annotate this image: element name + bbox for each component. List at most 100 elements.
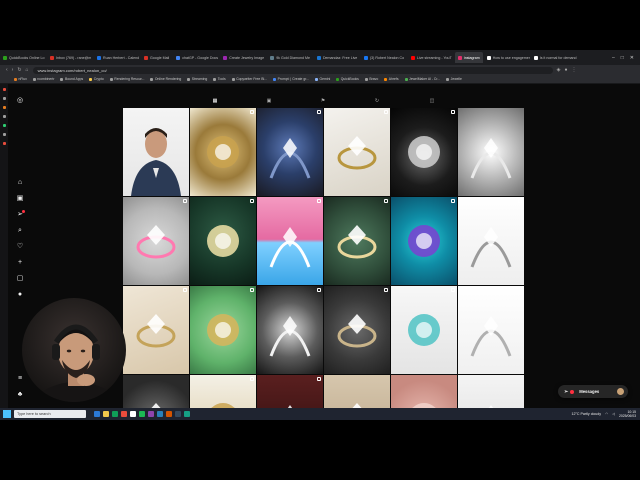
- bookmark-item[interactable]: Bound Apps: [60, 77, 83, 81]
- browser-tab[interactable]: instagram: [454, 52, 483, 63]
- search-icon[interactable]: ⌕: [15, 226, 25, 236]
- tab-saved-icon[interactable]: ⚑: [319, 97, 327, 105]
- clock[interactable]: 10:15 2025/06/03: [619, 410, 636, 418]
- instagram-logo-icon[interactable]: ◎: [15, 96, 25, 106]
- browser-tab[interactable]: Create Jewelry Image: [220, 52, 266, 63]
- bookmark-item[interactable]: QuickBooks: [336, 77, 359, 81]
- post-thumbnail[interactable]: [123, 108, 189, 196]
- file-explorer-icon[interactable]: [103, 411, 109, 417]
- taskbar-app-icon[interactable]: [130, 411, 136, 417]
- weather-text[interactable]: 12°C Partly cloudy: [572, 412, 602, 416]
- bookmark-item[interactable]: Bravo: [364, 77, 378, 81]
- tab-collab-icon[interactable]: ↻: [373, 97, 381, 105]
- bookmark-item[interactable]: Prompt: | Create gr...: [273, 77, 309, 81]
- bookmark-item[interactable]: Crypto: [89, 77, 104, 81]
- post-thumbnail[interactable]: [324, 375, 390, 410]
- post-thumbnail[interactable]: [324, 286, 390, 374]
- browser-tab[interactable]: QuickBooks Online Lo: [0, 52, 46, 63]
- tab-posts-grid-icon[interactable]: ▦: [211, 97, 219, 105]
- threads-icon[interactable]: ♣: [15, 390, 25, 400]
- taskbar-app-icon[interactable]: [121, 411, 127, 417]
- bookmark-item[interactable]: Rendering Resour...: [109, 77, 144, 81]
- create-plus-icon[interactable]: +: [15, 258, 25, 268]
- sidebar-app-icon[interactable]: [2, 106, 6, 109]
- bookmark-item[interactable]: nFlux: [14, 77, 27, 81]
- bookmark-item[interactable]: Jewelle: [446, 77, 462, 81]
- bookmark-item[interactable]: Tools: [213, 77, 226, 81]
- bookmark-item[interactable]: Copywriter Free Bl...: [231, 77, 267, 81]
- extensions-icon[interactable]: ◈: [557, 67, 561, 73]
- post-thumbnail[interactable]: [324, 197, 390, 285]
- close-icon[interactable]: ✕: [630, 55, 634, 61]
- post-thumbnail[interactable]: [391, 375, 457, 410]
- taskbar-app-icon[interactable]: [112, 411, 118, 417]
- post-thumbnail[interactable]: [123, 197, 189, 285]
- taskbar-app-icon[interactable]: [184, 411, 190, 417]
- spotify-icon[interactable]: [139, 411, 145, 417]
- post-thumbnail[interactable]: [458, 108, 524, 196]
- task-view-icon[interactable]: [94, 411, 100, 417]
- bookmark-item[interactable]: JewelMaker Al - Cr...: [404, 77, 440, 81]
- sidebar-app-icon[interactable]: [2, 124, 6, 127]
- minimize-icon[interactable]: –: [612, 55, 615, 61]
- more-menu-icon[interactable]: ≡: [15, 374, 25, 384]
- profile-avatar-icon[interactable]: ●: [15, 290, 25, 300]
- reels-icon[interactable]: ▣: [15, 194, 25, 204]
- post-thumbnail[interactable]: [391, 108, 457, 196]
- browser-tab[interactable]: Google Mail: [141, 52, 172, 63]
- sidebar-app-icon[interactable]: [2, 133, 6, 136]
- heart-icon[interactable]: ♡: [15, 242, 25, 252]
- send-icon[interactable]: ➢: [15, 210, 25, 220]
- sidebar-app-icon[interactable]: [2, 142, 6, 145]
- forward-icon[interactable]: ›: [12, 67, 14, 73]
- post-thumbnail[interactable]: [391, 286, 457, 374]
- post-thumbnail[interactable]: [458, 286, 524, 374]
- maximize-icon[interactable]: □: [621, 55, 624, 61]
- post-thumbnail[interactable]: [257, 108, 323, 196]
- tab-tagged-icon[interactable]: ◫: [428, 97, 436, 105]
- post-thumbnail[interactable]: [123, 375, 189, 410]
- taskbar-search-input[interactable]: Type here to search: [14, 410, 86, 418]
- bookmark-item[interactable]: Ahrefs: [384, 77, 399, 81]
- menu-icon[interactable]: ⋮: [571, 67, 576, 73]
- taskbar-app-icon[interactable]: [166, 411, 172, 417]
- taskbar-app-icon[interactable]: [157, 411, 163, 417]
- sidebar-app-icon[interactable]: [2, 88, 6, 91]
- home-icon[interactable]: ⌂: [15, 178, 25, 188]
- browser-tab[interactable]: Ruan Herbert - Calend: [94, 52, 140, 63]
- bookmark-item[interactable]: Online Rendering: [150, 77, 181, 81]
- profile-square-icon[interactable]: ▢: [15, 274, 25, 284]
- tab-reels-icon[interactable]: ▣: [265, 97, 273, 105]
- home-icon[interactable]: ⌂: [26, 67, 29, 73]
- post-thumbnail[interactable]: [391, 197, 457, 285]
- bookmark-item[interactable]: Streaming: [187, 77, 207, 81]
- post-thumbnail[interactable]: [458, 375, 524, 410]
- reload-icon[interactable]: ↻: [17, 67, 21, 73]
- browser-tab[interactable]: Live streaming - YouT: [408, 52, 454, 63]
- messages-button[interactable]: ➢ Messages: [558, 385, 628, 398]
- windows-start-icon[interactable]: [3, 410, 11, 418]
- post-thumbnail[interactable]: [458, 197, 524, 285]
- post-thumbnail[interactable]: [257, 197, 323, 285]
- browser-tab[interactable]: 9k Gold Diamond Me: [267, 52, 313, 63]
- browser-tab[interactable]: How to use engagement: [484, 52, 530, 63]
- url-field[interactable]: www.instagram.com/robert_nealon_co/: [32, 66, 553, 74]
- post-thumbnail[interactable]: [257, 286, 323, 374]
- post-thumbnail[interactable]: [190, 197, 256, 285]
- bookmark-item[interactable]: Gemini: [315, 77, 330, 81]
- post-thumbnail[interactable]: [324, 108, 390, 196]
- browser-tab[interactable]: Demandaz: Free Live: [314, 52, 360, 63]
- volume-icon[interactable]: ◁: [612, 412, 615, 416]
- post-thumbnail[interactable]: [123, 286, 189, 374]
- browser-tab[interactable]: (3) Robert Nealon Co: [361, 52, 407, 63]
- taskbar-app-icon[interactable]: [175, 411, 181, 417]
- bookmark-item[interactable]: rcombinertr: [32, 77, 54, 81]
- post-thumbnail[interactable]: [190, 108, 256, 196]
- browser-tab[interactable]: Is it normal for demand: [531, 52, 577, 63]
- sidebar-app-icon[interactable]: [2, 115, 6, 118]
- browser-tab[interactable]: Inbox (769) - rane@m: [47, 52, 93, 63]
- wifi-icon[interactable]: ◠: [605, 412, 608, 416]
- profile-icon[interactable]: ●: [564, 67, 567, 73]
- post-thumbnail[interactable]: [257, 375, 323, 410]
- browser-tab[interactable]: chatGP - Google Docs: [173, 52, 219, 63]
